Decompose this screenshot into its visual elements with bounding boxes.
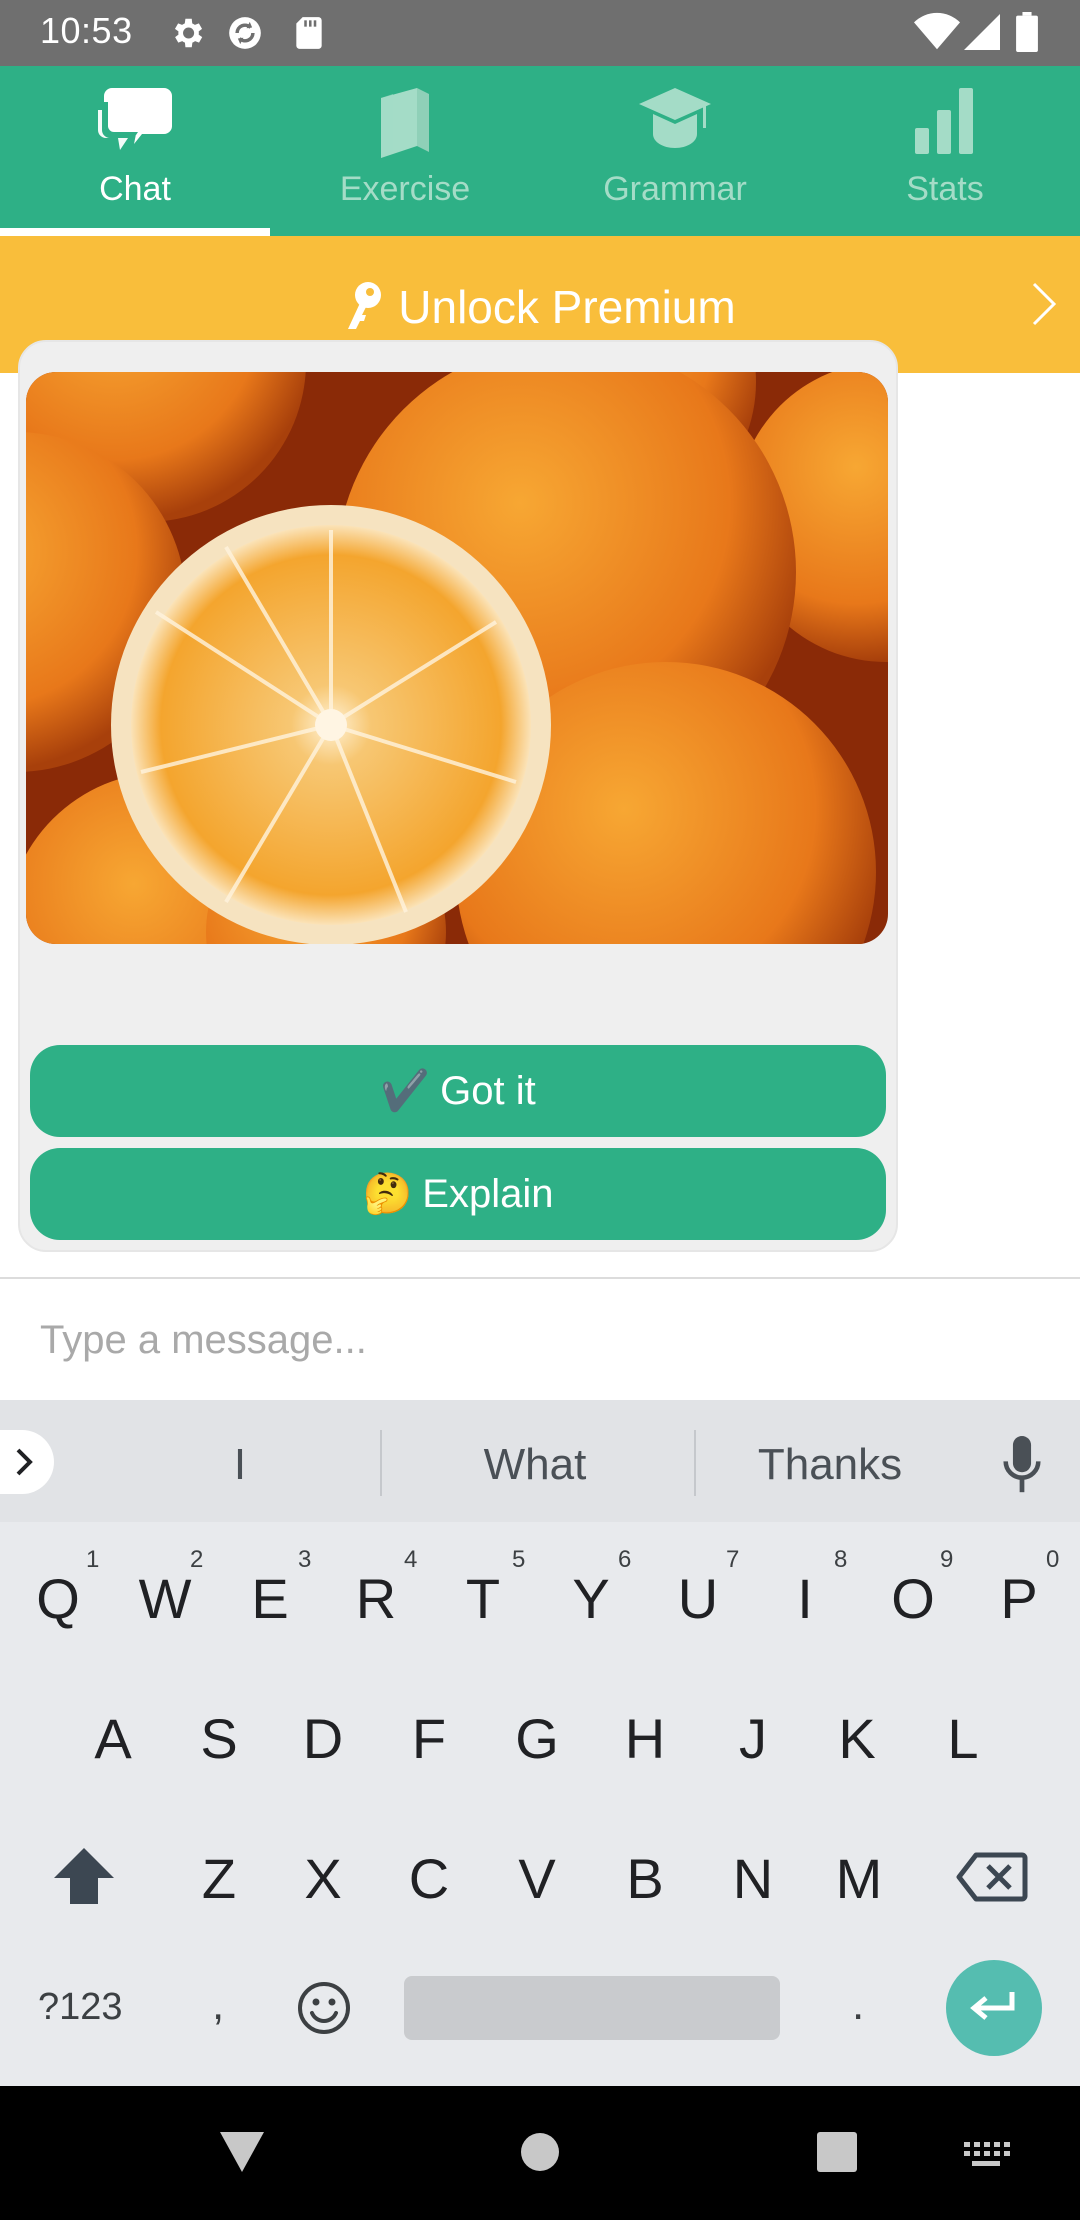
battery-icon xyxy=(1016,12,1038,52)
chevron-right-icon xyxy=(16,1448,33,1476)
recents-icon[interactable] xyxy=(816,2132,858,2172)
key-hint-4: 4 xyxy=(404,1546,418,1573)
key-q[interactable]: Q xyxy=(13,1566,103,1631)
keyboard-switch-icon[interactable] xyxy=(962,2140,1010,2168)
tab-exercise-label: Exercise xyxy=(339,170,471,208)
key-hint-6: 6 xyxy=(618,1546,632,1573)
key-c[interactable]: C xyxy=(384,1846,474,1911)
premium-label-row: Unlock Premium xyxy=(0,280,1080,334)
key-f[interactable]: F xyxy=(384,1706,474,1771)
tab-grammar[interactable]: Grammar xyxy=(540,66,810,236)
premium-label: Unlock Premium xyxy=(398,281,736,333)
sync-icon xyxy=(229,17,261,49)
key-d[interactable]: D xyxy=(278,1706,368,1771)
suggestion-3[interactable]: Thanks xyxy=(710,1440,950,1490)
key-icon xyxy=(348,282,382,329)
suggestion-1[interactable]: I xyxy=(190,1440,290,1490)
key-hint-7: 7 xyxy=(726,1546,740,1573)
key-hint-2: 2 xyxy=(190,1546,204,1573)
thinking-emoji: 🤔 xyxy=(362,1172,413,1216)
tab-exercise[interactable]: Exercise xyxy=(270,66,540,236)
period-key[interactable]: . xyxy=(852,1980,864,2030)
key-o[interactable]: O xyxy=(868,1566,958,1631)
key-hint-1: 1 xyxy=(86,1546,100,1573)
key-y[interactable]: Y xyxy=(546,1566,636,1631)
tab-stats-label: Stats xyxy=(906,170,984,208)
got-it-label: Got it xyxy=(440,1069,536,1113)
key-k[interactable]: K xyxy=(812,1706,902,1771)
key-s[interactable]: S xyxy=(174,1706,264,1771)
input-divider xyxy=(0,1277,1080,1279)
key-m[interactable]: M xyxy=(814,1846,904,1911)
space-bar[interactable] xyxy=(404,1976,780,2040)
bar-chart-icon xyxy=(915,88,973,154)
key-v[interactable]: V xyxy=(492,1846,582,1911)
enter-arrow-icon xyxy=(970,1992,1015,2020)
key-hint-0: 0 xyxy=(1046,1546,1060,1573)
gear-icon xyxy=(174,18,203,48)
tab-chat-label: Chat xyxy=(99,170,171,208)
message-input[interactable] xyxy=(0,1280,1080,1400)
active-tab-indicator xyxy=(0,228,270,236)
key-hint-3: 3 xyxy=(298,1546,312,1573)
tab-chat[interactable]: Chat xyxy=(0,66,270,236)
key-h[interactable]: H xyxy=(600,1706,690,1771)
back-icon[interactable] xyxy=(218,2130,266,2174)
key-j[interactable]: J xyxy=(708,1706,798,1771)
wifi-icon xyxy=(914,12,960,50)
tab-grammar-label: Grammar xyxy=(603,170,747,208)
book-icon xyxy=(381,88,429,158)
key-hint-5: 5 xyxy=(512,1546,526,1573)
key-l[interactable]: L xyxy=(918,1706,1008,1771)
suggestion-divider xyxy=(694,1430,696,1496)
sd-card-icon xyxy=(296,17,322,49)
key-hint-9: 9 xyxy=(940,1546,954,1573)
emoji-icon[interactable] xyxy=(296,1980,352,2036)
key-a[interactable]: A xyxy=(68,1706,158,1771)
key-p[interactable]: P xyxy=(974,1566,1064,1631)
key-b[interactable]: B xyxy=(600,1846,690,1911)
key-n[interactable]: N xyxy=(708,1846,798,1911)
key-g[interactable]: G xyxy=(492,1706,582,1771)
key-r[interactable]: R xyxy=(331,1566,421,1631)
suggestion-divider xyxy=(380,1430,382,1496)
signal-icon xyxy=(964,14,1000,50)
key-e[interactable]: E xyxy=(225,1566,315,1631)
backspace-icon[interactable] xyxy=(956,1852,1028,1902)
checkmark-emoji: ✔️ xyxy=(380,1069,431,1113)
enter-button[interactable] xyxy=(946,1960,1042,2056)
key-t[interactable]: T xyxy=(438,1566,528,1631)
home-icon[interactable] xyxy=(520,2132,560,2172)
key-u[interactable]: U xyxy=(653,1566,743,1631)
key-x[interactable]: X xyxy=(278,1846,368,1911)
explain-button[interactable]: 🤔 Explain xyxy=(30,1148,886,1240)
chat-image-oranges xyxy=(26,372,888,944)
chat-bubbles-icon xyxy=(98,88,172,150)
symbols-key[interactable]: ?123 xyxy=(38,1986,123,2029)
suggestion-2[interactable]: What xyxy=(400,1440,670,1490)
comma-key[interactable]: , xyxy=(212,1980,224,2030)
key-w[interactable]: W xyxy=(120,1566,210,1631)
status-time: 10:53 xyxy=(40,10,133,51)
key-hint-8: 8 xyxy=(834,1546,848,1573)
chevron-right-icon xyxy=(1032,282,1057,326)
microphone-icon[interactable] xyxy=(1000,1436,1044,1494)
key-i[interactable]: I xyxy=(760,1566,850,1631)
explain-label: Explain xyxy=(422,1172,554,1216)
keyboard-expand-button[interactable] xyxy=(0,1430,54,1494)
graduation-cap-icon xyxy=(639,88,711,148)
top-tab-bar: Chat Exercise Grammar Stats xyxy=(0,66,1080,236)
key-z[interactable]: Z xyxy=(174,1846,264,1911)
got-it-button[interactable]: ✔️ Got it xyxy=(30,1045,886,1137)
tab-stats[interactable]: Stats xyxy=(810,66,1080,236)
shift-icon[interactable] xyxy=(52,1848,116,1904)
